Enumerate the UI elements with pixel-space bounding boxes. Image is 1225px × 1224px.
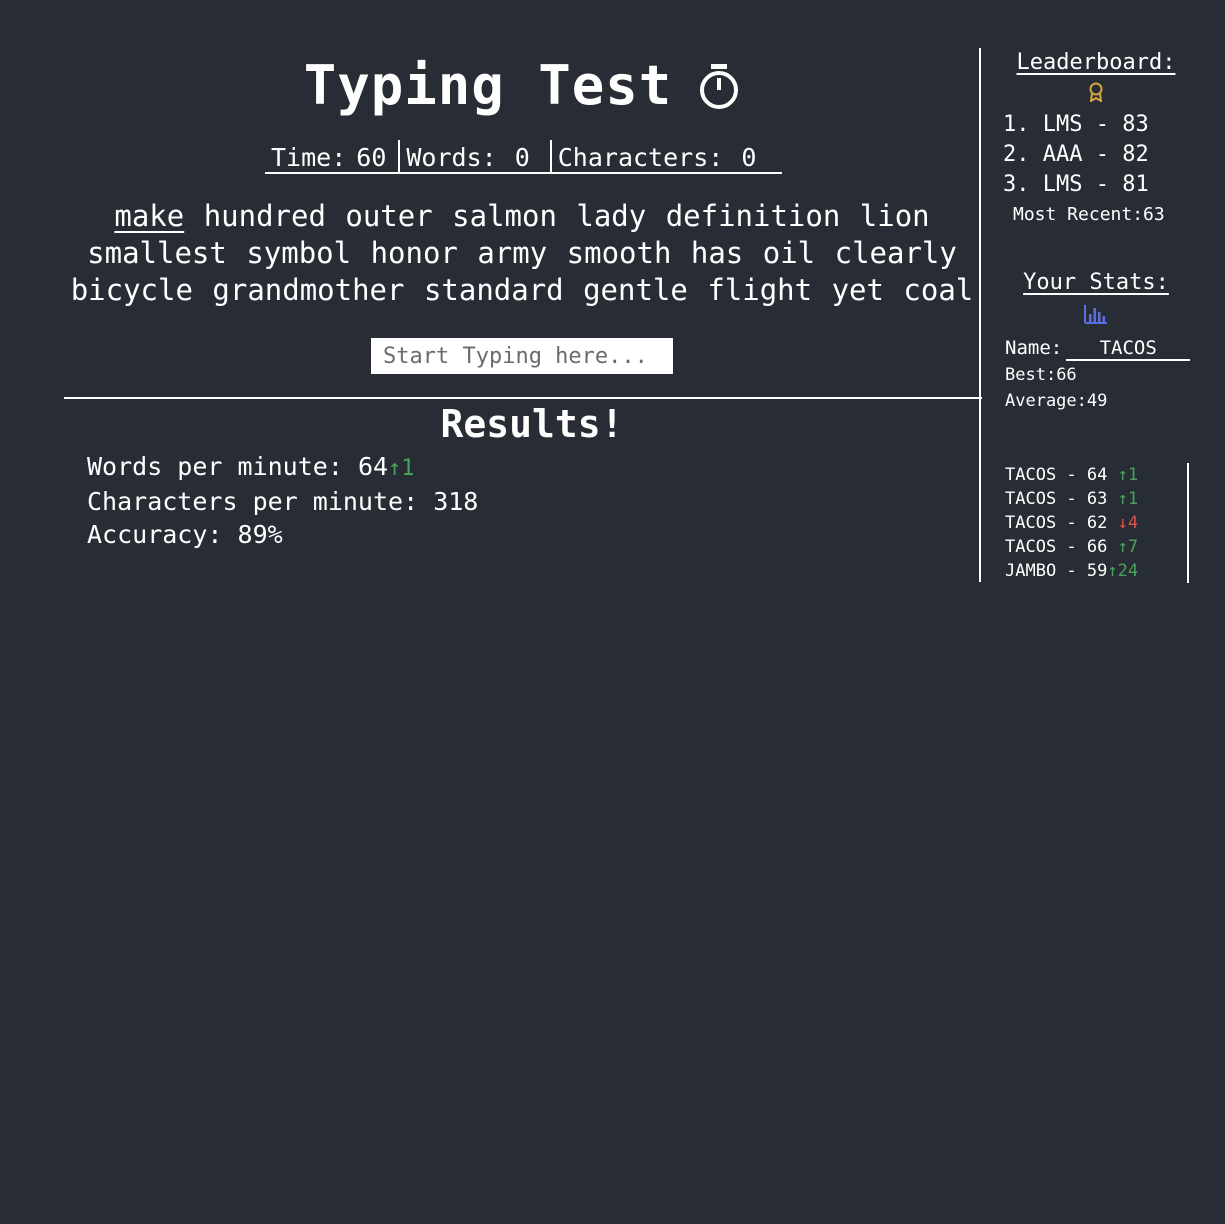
history-entry: TACOS - 63 bbox=[1005, 489, 1118, 509]
name-field[interactable]: TACOS bbox=[1066, 335, 1191, 361]
wpm-result: Words per minute: 64↑1 bbox=[87, 450, 478, 485]
history-delta: ↑1 bbox=[1117, 465, 1139, 485]
most-recent: Most Recent:63 bbox=[1013, 204, 1165, 225]
prompt-word: coal bbox=[903, 273, 974, 307]
characters-value: 0 bbox=[741, 142, 757, 172]
history-entry: JAMBO - 59 bbox=[1005, 561, 1108, 581]
prompt-word: symbol bbox=[246, 236, 352, 270]
section-divider bbox=[64, 397, 982, 399]
wpm-delta: ↑1 bbox=[388, 456, 415, 481]
prompt-word: honor bbox=[370, 236, 458, 270]
accuracy-result: Accuracy: 89% bbox=[87, 518, 478, 551]
prompt-word: gentle bbox=[583, 273, 688, 307]
cpm-label: Characters per minute: bbox=[87, 487, 419, 516]
stopwatch-icon bbox=[700, 63, 739, 109]
app-title: Typing Test bbox=[303, 54, 673, 117]
history-row: TACOS - 62 ↓4 bbox=[1005, 511, 1187, 535]
time-label: Time: bbox=[271, 142, 347, 172]
history-row: TACOS - 63 ↑1 bbox=[1005, 487, 1187, 511]
typing-input[interactable] bbox=[371, 338, 673, 374]
typing-test-panel: Typing Test Time: 60 Words: 0 Characters… bbox=[64, 48, 982, 608]
history-row: TACOS - 64 ↑1 bbox=[1005, 463, 1187, 487]
name-row: Name: TACOS bbox=[1005, 334, 1191, 362]
leaderboard-entry: 1. LMS - 83 bbox=[1003, 112, 1149, 137]
leaderboard-list: 1. LMS - 83 2. AAA - 82 3. LMS - 81 bbox=[1003, 110, 1149, 200]
words-value: 0 bbox=[514, 142, 530, 172]
prompt-word: salmon bbox=[452, 199, 557, 233]
most-recent-value: 63 bbox=[1143, 204, 1165, 225]
history-entry: TACOS - 64 bbox=[1005, 465, 1118, 485]
accuracy-value: 89% bbox=[237, 520, 283, 549]
prompt-word: bicycle bbox=[70, 273, 193, 307]
history-delta: ↑24 bbox=[1107, 561, 1139, 581]
words-label: Words: bbox=[406, 142, 497, 172]
history-entry: TACOS - 62 bbox=[1005, 513, 1118, 533]
words-counter: Words: 0 bbox=[398, 140, 549, 172]
time-counter: Time: 60 bbox=[265, 140, 398, 172]
history-list: TACOS - 64 ↑1 TACOS - 63 ↑1 TACOS - 62 ↓4 T… bbox=[1005, 463, 1189, 583]
word-prompt: make hundred outer salmon lady definitio… bbox=[64, 198, 980, 309]
prompt-word: clearly bbox=[834, 236, 957, 270]
history-delta: ↑7 bbox=[1117, 537, 1139, 557]
prompt-word: definition bbox=[665, 199, 841, 233]
stats-heading: Your Stats: bbox=[1023, 270, 1169, 295]
results-panel: Words per minute: 64↑1 Characters per mi… bbox=[87, 450, 478, 551]
award-icon bbox=[1089, 82, 1103, 102]
most-recent-label: Most Recent: bbox=[1013, 204, 1144, 225]
prompt-word: army bbox=[477, 236, 548, 270]
results-title: Results! bbox=[440, 402, 624, 446]
prompt-word: lion bbox=[859, 199, 930, 233]
prompt-word: smooth bbox=[566, 236, 672, 270]
average-label: Average: bbox=[1005, 391, 1087, 411]
sidebar-divider bbox=[979, 48, 981, 582]
average-row: Average: 49 bbox=[1005, 388, 1190, 414]
prompt-word: outer bbox=[345, 199, 433, 233]
best-row: Best: 66 bbox=[1005, 362, 1190, 388]
prompt-word: yet bbox=[831, 273, 884, 307]
prompt-word: smallest bbox=[87, 236, 227, 270]
word-line: smallest symbol honor army smooth has oi… bbox=[64, 235, 980, 272]
best-label: Best: bbox=[1005, 365, 1057, 385]
counters-bar: Time: 60 Words: 0 Characters: 0 bbox=[265, 140, 783, 174]
leaderboard-entry: 3. LMS - 81 bbox=[1003, 172, 1149, 197]
leaderboard-heading: Leaderboard: bbox=[1016, 50, 1176, 75]
word-line: bicycle grandmother standard gentle flig… bbox=[64, 272, 980, 309]
name-label: Name: bbox=[1005, 337, 1063, 359]
prompt-word: hundred bbox=[203, 199, 326, 233]
cpm-value: 318 bbox=[433, 487, 479, 516]
characters-counter: Characters: 0 bbox=[549, 140, 783, 172]
history-row: JAMBO - 59↑24 bbox=[1005, 559, 1187, 583]
page-title: Typing Test bbox=[64, 54, 980, 117]
time-value: 60 bbox=[356, 142, 387, 172]
accuracy-label: Accuracy: bbox=[87, 520, 223, 549]
word-line: make hundred outer salmon lady definitio… bbox=[64, 198, 980, 235]
cpm-result: Characters per minute: 318 bbox=[87, 485, 478, 518]
prompt-word: flight bbox=[707, 273, 813, 307]
prompt-word: lady bbox=[576, 199, 647, 233]
average-value: 49 bbox=[1086, 391, 1108, 411]
bar-chart-icon bbox=[1084, 305, 1107, 324]
stats-panel: Name: TACOS Best: 66 Average: 49 bbox=[1005, 334, 1191, 414]
prompt-word: standard bbox=[423, 273, 564, 307]
history-entry: TACOS - 66 bbox=[1005, 537, 1118, 557]
characters-label: Characters: bbox=[557, 142, 724, 172]
leaderboard-entry: 2. AAA - 82 bbox=[1003, 142, 1149, 167]
history-row: TACOS - 66 ↑7 bbox=[1005, 535, 1187, 559]
wpm-value: 64 bbox=[357, 452, 389, 481]
prompt-word: has bbox=[690, 236, 744, 270]
history-delta: ↓4 bbox=[1117, 513, 1139, 533]
prompt-word: grandmother bbox=[212, 273, 405, 307]
current-word: make bbox=[114, 199, 185, 233]
wpm-label: Words per minute: bbox=[87, 452, 343, 481]
prompt-word: oil bbox=[762, 236, 816, 270]
best-value: 66 bbox=[1056, 365, 1077, 385]
history-delta: ↑1 bbox=[1117, 489, 1139, 509]
